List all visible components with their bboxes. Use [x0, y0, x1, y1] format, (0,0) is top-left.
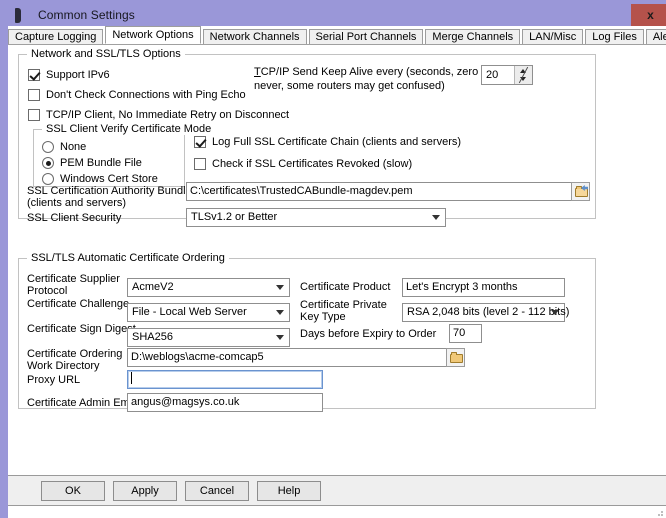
cancel-button[interactable]: Cancel	[185, 481, 249, 501]
checkbox-box	[28, 109, 40, 121]
sign-digest-value: SHA256	[132, 329, 173, 346]
admin-email-input[interactable]: angus@magsys.co.uk	[127, 393, 323, 412]
folder-icon	[450, 354, 463, 363]
tab-merge-channels[interactable]: Merge Channels	[425, 29, 520, 44]
checkbox-box	[28, 69, 40, 81]
spinner-buttons[interactable]	[514, 66, 532, 84]
network-ssl-options-group-title: Network and SSL/TLS Options	[27, 48, 185, 60]
tab-lan-misc[interactable]: LAN/Misc	[522, 29, 583, 44]
document-icon	[15, 7, 29, 23]
apply-button[interactable]: Apply	[113, 481, 177, 501]
challenge-select[interactable]: File - Local Web Server	[127, 303, 290, 322]
radio-verify-windows-cert-store[interactable]: Windows Cert Store	[42, 173, 158, 185]
radio-circle	[42, 157, 54, 169]
challenge-label: Certificate Challenge	[27, 298, 129, 311]
keepalive-spinner[interactable]: 20	[481, 65, 533, 85]
work-directory-input[interactable]: D:\weblogs\acme-comcap5	[127, 348, 465, 367]
ssl-client-security-value: TLSv1.2 or Better	[191, 209, 277, 226]
checkbox-dont-check-ping-echo[interactable]: Don't Check Connections with Ping Echo	[28, 89, 246, 101]
radio-circle	[42, 173, 54, 185]
tab-page-network-options: Network and SSL/TLS Options Support IPv6…	[8, 44, 666, 474]
product-label: Certificate Product	[300, 281, 390, 294]
spinner-divider-icon	[517, 67, 531, 82]
radio-label: None	[60, 141, 86, 153]
dialog-button-bar: OK Apply Cancel Help	[8, 475, 666, 506]
checkbox-check-ssl-revoked[interactable]: Check if SSL Certificates Revoked (slow)	[194, 158, 412, 170]
supplier-protocol-value: AcmeV2	[132, 279, 174, 296]
proxy-url-input[interactable]	[127, 370, 323, 389]
sign-digest-select[interactable]: SHA256	[127, 328, 290, 347]
dialog-window: Common Settings x Capture Logging Networ…	[0, 0, 666, 518]
tab-alerts[interactable]: Alerts	[646, 29, 666, 44]
ssl-client-verify-mode-group: SSL Client Verify Certificate Mode None …	[33, 129, 185, 187]
private-key-type-label-line2: Key Type	[300, 311, 346, 324]
tab-log-files[interactable]: Log Files	[585, 29, 644, 44]
private-key-type-select[interactable]: RSA 2,048 bits (level 2 - 112 bits)	[402, 303, 565, 322]
checkbox-label: Support IPv6	[46, 69, 110, 81]
tab-network-channels[interactable]: Network Channels	[203, 29, 307, 44]
chevron-down-icon	[276, 310, 284, 315]
tab-capture-logging[interactable]: Capture Logging	[8, 29, 103, 44]
ca-bundle-browse-button[interactable]	[571, 182, 590, 201]
ca-bundle-file-input[interactable]: C:\certificates\TrustedCABundle-magdev.p…	[186, 182, 581, 201]
ssl-client-security-select[interactable]: TLSv1.2 or Better	[186, 208, 446, 227]
text-cursor	[131, 372, 132, 384]
radio-verify-pem-bundle-file[interactable]: PEM Bundle File	[42, 157, 142, 169]
checkbox-box	[28, 89, 40, 101]
resize-grip-icon[interactable]	[654, 507, 664, 517]
chevron-down-icon	[276, 335, 284, 340]
proxy-url-label: Proxy URL	[27, 374, 80, 387]
admin-email-label: Certificate Admin Email	[27, 397, 141, 410]
chevron-down-icon	[276, 285, 284, 290]
window-title: Common Settings	[38, 8, 135, 22]
supplier-protocol-label-line2: Protocol	[27, 285, 67, 298]
title-bar: Common Settings x	[4, 4, 666, 26]
open-folder-icon	[575, 188, 588, 197]
ssl-client-verify-mode-title: SSL Client Verify Certificate Mode	[42, 123, 215, 135]
chevron-down-icon	[551, 310, 559, 315]
work-directory-browse-button[interactable]	[446, 348, 465, 367]
status-bar	[8, 506, 666, 518]
keepalive-label-line1: TCP/IP Send Keep Alive every (seconds, z…	[254, 66, 494, 79]
ssl-client-security-label: SSL Client Security	[27, 212, 121, 225]
checkbox-label: Don't Check Connections with Ping Echo	[46, 89, 246, 101]
keepalive-value[interactable]: 20	[482, 66, 514, 84]
ca-bundle-label-line2: (clients and servers)	[27, 197, 126, 210]
days-before-expiry-input[interactable]: 70	[449, 324, 482, 343]
checkbox-tcpip-no-immediate-retry[interactable]: TCP/IP Client, No Immediate Retry on Dis…	[28, 109, 289, 121]
certificate-product-input[interactable]: Let's Encrypt 3 months	[402, 278, 565, 297]
dialog-client-area: Capture Logging Network Options Network …	[8, 26, 666, 518]
checkbox-log-full-ssl-chain[interactable]: Log Full SSL Certificate Chain (clients …	[194, 136, 461, 148]
radio-circle	[42, 141, 54, 153]
tab-strip: Capture Logging Network Options Network …	[8, 26, 666, 44]
checkbox-support-ipv6[interactable]: Support IPv6	[28, 69, 110, 81]
sign-digest-label: Certificate Sign Digest	[27, 323, 136, 336]
keepalive-label-line2: never, some routers may get confused)	[254, 80, 445, 93]
close-button[interactable]: x	[631, 4, 666, 26]
radio-label: Windows Cert Store	[60, 173, 158, 185]
help-button[interactable]: Help	[257, 481, 321, 501]
supplier-protocol-select[interactable]: AcmeV2	[127, 278, 290, 297]
checkbox-box	[194, 136, 206, 148]
radio-label: PEM Bundle File	[60, 157, 142, 169]
network-ssl-options-group: Network and SSL/TLS Options Support IPv6…	[18, 54, 596, 219]
tab-serial-port-channels[interactable]: Serial Port Channels	[309, 29, 424, 44]
checkbox-box	[194, 158, 206, 170]
radio-verify-none[interactable]: None	[42, 141, 86, 153]
private-key-type-value: RSA 2,048 bits (level 2 - 112 bits)	[407, 304, 569, 321]
checkbox-label: TCP/IP Client, No Immediate Retry on Dis…	[46, 109, 289, 121]
challenge-value: File - Local Web Server	[132, 304, 247, 321]
certificate-ordering-group: SSL/TLS Automatic Certificate Ordering C…	[18, 258, 596, 409]
chevron-down-icon	[432, 215, 440, 220]
tab-network-options[interactable]: Network Options	[105, 26, 200, 44]
keepalive-label-rest: CP/IP Send Keep Alive every (seconds, ze…	[261, 66, 494, 78]
days-before-expiry-label: Days before Expiry to Order	[300, 328, 436, 341]
work-directory-label-line2: Work Directory	[27, 360, 100, 373]
ok-button[interactable]: OK	[41, 481, 105, 501]
certificate-ordering-group-title: SSL/TLS Automatic Certificate Ordering	[27, 252, 229, 264]
checkbox-label: Check if SSL Certificates Revoked (slow)	[212, 158, 412, 170]
keepalive-accel: T	[254, 66, 261, 78]
checkbox-label: Log Full SSL Certificate Chain (clients …	[212, 136, 461, 148]
